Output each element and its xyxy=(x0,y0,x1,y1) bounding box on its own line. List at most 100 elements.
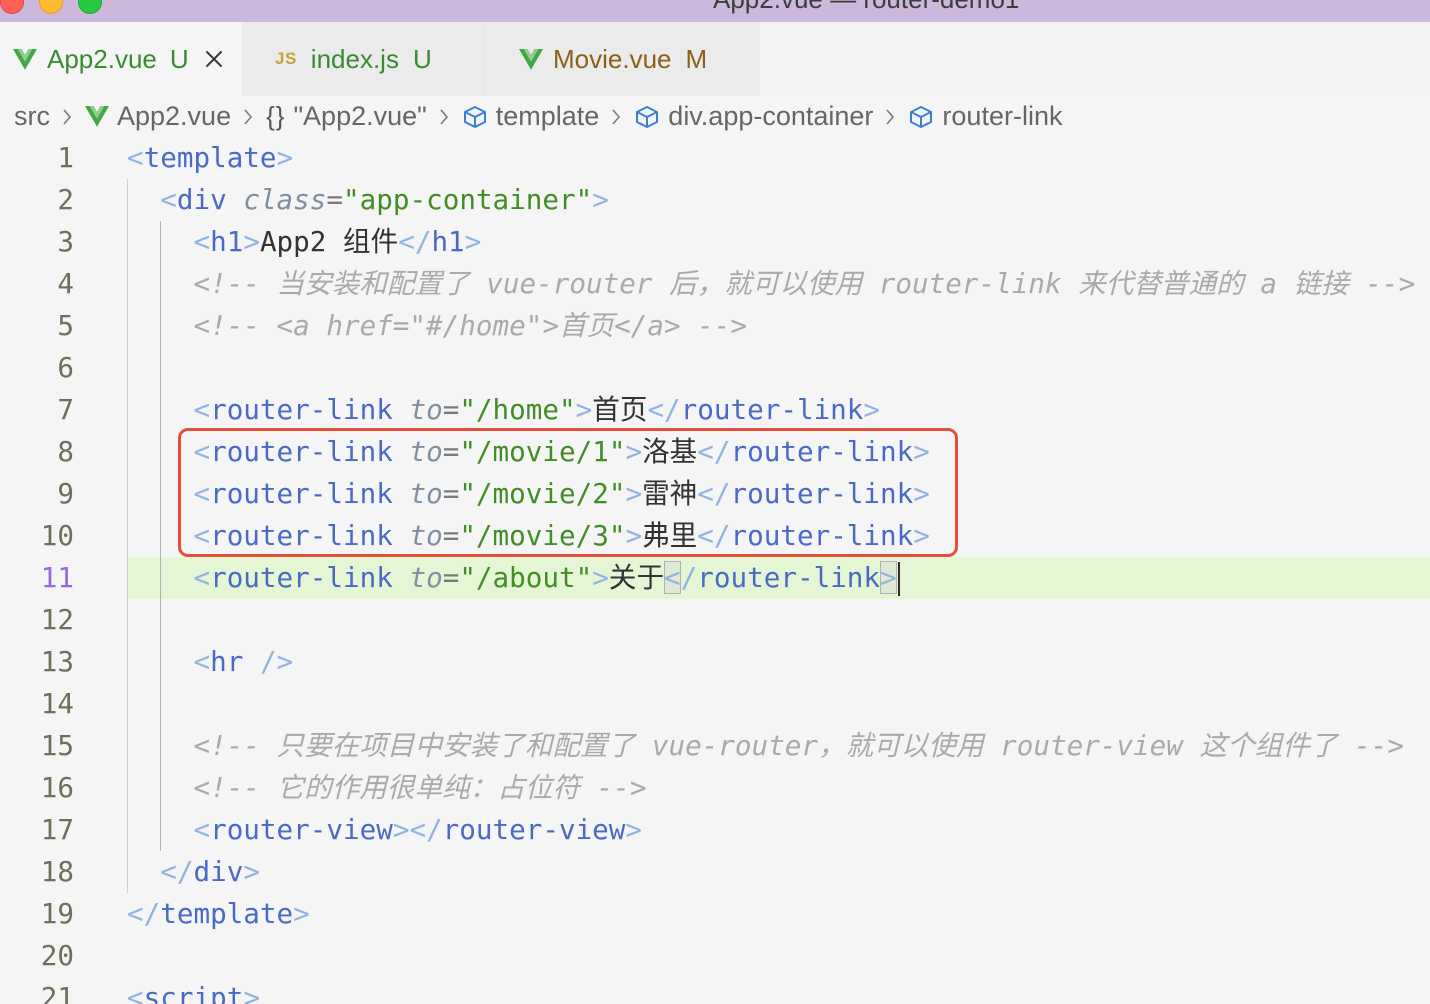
equals-token: = xyxy=(442,561,460,594)
js-icon: JS xyxy=(275,49,297,68)
code-line[interactable]: 7 <router-link to="/home">首页</router-lin… xyxy=(0,389,1430,431)
tab-movie-vue[interactable]: Movie.vue M xyxy=(485,22,760,96)
breadcrumb-label: src xyxy=(14,101,50,131)
attribute-name-token: to xyxy=(409,393,443,426)
tag-bracket-token: > xyxy=(276,141,294,174)
text-token: App2 组件 xyxy=(259,225,399,258)
tag-name-token: router-view xyxy=(210,813,393,846)
git-status-badge: U xyxy=(169,43,189,74)
indent-token xyxy=(393,393,410,426)
tag-name-token: script xyxy=(143,981,244,1004)
code-lines: 1 <template> 2 <div class="app-container">… xyxy=(0,137,1430,1004)
tab-index-js[interactable]: JS index.js U xyxy=(242,22,485,96)
zoom-window-button[interactable] xyxy=(78,0,102,14)
close-icon[interactable] xyxy=(205,50,223,68)
vue-icon xyxy=(519,48,543,70)
code-line[interactable]: 5 <!-- <a href="#/home">首页</a> --> xyxy=(0,305,1430,347)
tag-bracket-token: > xyxy=(863,393,881,426)
code-line[interactable]: 18 </div> xyxy=(0,851,1430,893)
line-number: 19 xyxy=(40,897,74,930)
tag-bracket-token: < xyxy=(160,183,177,216)
indent-token xyxy=(127,183,160,216)
breadcrumb-item-src[interactable]: src xyxy=(14,101,50,132)
code-line[interactable]: 1 <template> xyxy=(0,137,1430,179)
breadcrumb-label: div.app-container xyxy=(668,101,874,131)
tag-name-token: router-view xyxy=(442,813,626,846)
comment-token: <!-- <a href="#/home">首页</a> --> xyxy=(193,309,748,342)
attribute-value-token: "/about" xyxy=(459,561,593,594)
code-line[interactable]: 19 </template> xyxy=(0,893,1430,935)
tab-label: App2.vue xyxy=(47,43,157,74)
line-number: 6 xyxy=(57,351,74,384)
code-line[interactable]: 20 xyxy=(0,935,1430,977)
tag-bracket-token: > xyxy=(464,225,482,258)
braces-icon: {} xyxy=(266,101,286,131)
tab-label: index.js xyxy=(310,43,399,74)
tab-app2-vue[interactable]: App2.vue U xyxy=(0,22,242,96)
code-text: </div> xyxy=(127,851,1430,893)
line-number: 1 xyxy=(57,141,74,174)
code-line[interactable]: 21 <script> xyxy=(0,977,1430,1004)
tag-bracket-token: > xyxy=(592,561,609,594)
breadcrumb: src App2.vue {} "App2.vue" template div.… xyxy=(0,96,1430,137)
code-editor[interactable]: 1 <template> 2 <div class="app-container">… xyxy=(0,137,1430,1004)
code-text: <!-- 当安装和配置了 vue-router 后，就可以使用 router-l… xyxy=(127,263,1430,305)
breadcrumb-item-component[interactable]: {} "App2.vue" xyxy=(266,101,427,132)
indent-token xyxy=(393,561,410,594)
tag-name-token: div xyxy=(193,855,244,888)
line-number: 16 xyxy=(40,771,74,804)
attribute-value-token: "/home" xyxy=(459,393,576,426)
tag-bracket-token: </ xyxy=(127,897,161,930)
vue-icon xyxy=(85,106,109,127)
comment-token: <!-- 当安装和配置了 vue-router 后，就可以使用 router-l… xyxy=(193,267,1416,300)
annotation-highlight-box xyxy=(178,428,958,557)
breadcrumb-label: "App2.vue" xyxy=(293,101,427,131)
breadcrumb-item-file[interactable]: App2.vue xyxy=(85,101,231,132)
code-line[interactable]: 17 <router-view></router-view> xyxy=(0,809,1430,851)
breadcrumb-label: App2.vue xyxy=(117,101,232,131)
line-number: 2 xyxy=(57,183,74,216)
text-token: 关于 xyxy=(608,561,665,594)
code-line[interactable]: 2 <div class="app-container"> xyxy=(0,179,1430,221)
indent-token xyxy=(127,855,160,888)
tag-bracket-token: > xyxy=(575,393,593,426)
code-text: <h1>App2 组件</h1> xyxy=(127,221,1430,263)
line-number: 18 xyxy=(40,855,74,888)
breadcrumb-item-template[interactable]: template xyxy=(462,101,599,132)
cube-icon xyxy=(462,104,488,130)
breadcrumb-label: router-link xyxy=(942,101,1063,131)
equals-token: = xyxy=(442,393,460,426)
cube-icon xyxy=(908,104,934,130)
line-number: 11 xyxy=(40,561,74,594)
line-number: 10 xyxy=(40,519,74,552)
breadcrumb-item-router-link[interactable]: router-link xyxy=(908,101,1062,132)
code-line[interactable]: 11 <router-link to="/about">关于</router-l… xyxy=(0,557,1430,599)
code-line[interactable]: 15 <!-- 只要在项目中安装了和配置了 vue-router，就可以使用 r… xyxy=(0,725,1430,767)
breadcrumb-item-div[interactable]: div.app-container xyxy=(634,101,873,132)
cube-icon xyxy=(634,104,660,130)
code-line[interactable]: 3 <h1>App2 组件</h1> xyxy=(0,221,1430,263)
git-status-badge: U xyxy=(412,43,432,74)
title-bar: App2.vue — router-demo1 xyxy=(0,0,1430,22)
attribute-name-token: to xyxy=(409,561,443,594)
tag-bracket-token: < xyxy=(193,813,211,846)
minimize-window-button[interactable] xyxy=(39,0,63,14)
line-number: 14 xyxy=(40,687,74,720)
chevron-right-icon xyxy=(62,108,72,126)
code-line[interactable]: 6 xyxy=(0,347,1430,389)
tag-name-token: router-link xyxy=(210,393,393,426)
line-number: 15 xyxy=(40,729,74,762)
tag-bracket-token: < xyxy=(193,645,211,678)
close-window-button[interactable] xyxy=(0,0,24,14)
equals-token: = xyxy=(326,183,344,216)
code-line[interactable]: 4 <!-- 当安装和配置了 vue-router 后，就可以使用 router… xyxy=(0,263,1430,305)
code-line[interactable]: 16 <!-- 它的作用很单纯：占位符 --> xyxy=(0,767,1430,809)
vue-icon xyxy=(13,48,37,70)
code-line[interactable]: 14 xyxy=(0,683,1430,725)
comment-token: <!-- 只要在项目中安装了和配置了 vue-router，就可以使用 rout… xyxy=(193,729,1404,762)
code-line[interactable]: 13 <hr /> xyxy=(0,641,1430,683)
code-line[interactable]: 12 xyxy=(0,599,1430,641)
line-number: 8 xyxy=(57,435,74,468)
